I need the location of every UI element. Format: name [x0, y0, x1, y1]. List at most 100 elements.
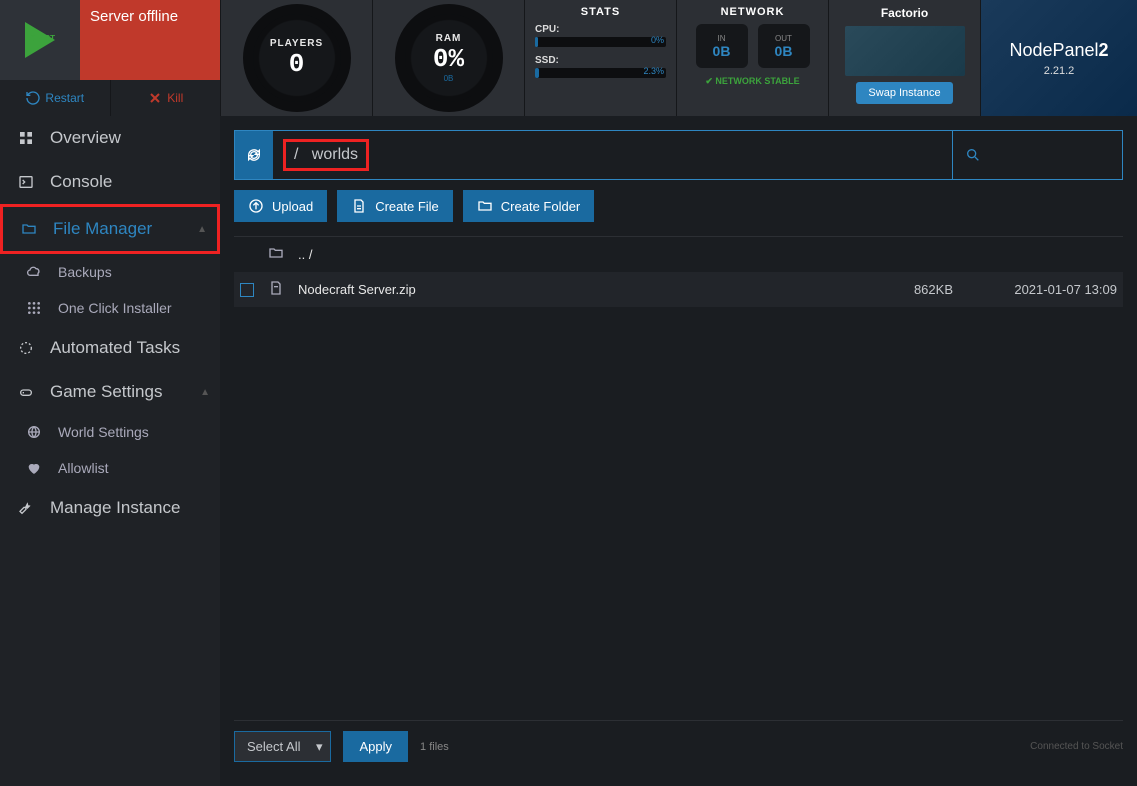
game-thumbnail — [845, 26, 965, 76]
upload-button[interactable]: Upload — [234, 190, 327, 222]
create-file-button[interactable]: Create File — [337, 190, 453, 222]
footer-bar: Select All Apply 1 files Connected to So… — [234, 720, 1123, 772]
select-all-dropdown[interactable]: Select All — [234, 731, 331, 762]
restart-label: Restart — [45, 91, 84, 105]
folder-plus-icon — [477, 198, 493, 214]
start-button[interactable]: START — [0, 0, 80, 80]
chevron-up-icon: ▲ — [197, 224, 207, 235]
sidebar-automated-label: Automated Tasks — [50, 338, 180, 358]
network-panel: NETWORK IN 0B OUT 0B ✔ NETWORK STABLE — [676, 0, 828, 116]
breadcrumb-root[interactable]: / — [294, 146, 298, 163]
parent-dir-label: .. / — [298, 247, 1117, 262]
file-date: 2021-01-07 13:09 — [967, 282, 1117, 297]
search-icon — [965, 147, 981, 163]
file-count: 1 files — [420, 741, 449, 753]
file-row[interactable]: Nodecraft Server.zip 862KB 2021-01-07 13… — [234, 272, 1123, 307]
folder-icon — [268, 245, 284, 264]
file-icon — [268, 280, 284, 299]
grid-icon — [16, 128, 36, 148]
sidebar-backups-label: Backups — [58, 264, 112, 280]
kill-label: Kill — [167, 91, 183, 105]
sidebar-allowlist-label: Allowlist — [58, 460, 109, 476]
folder-icon — [19, 219, 39, 239]
cpu-pct: 0% — [651, 35, 664, 45]
sidebar-item-world-settings[interactable]: World Settings — [0, 414, 220, 450]
chevron-up-icon: ▲ — [200, 387, 210, 398]
sidebar-filemanager-label: File Manager — [53, 219, 152, 239]
server-status: Server offline — [80, 0, 220, 80]
ssd-label: SSD: — [535, 55, 666, 66]
terminal-icon — [16, 172, 36, 192]
upload-icon — [248, 198, 264, 214]
upload-label: Upload — [272, 199, 313, 214]
breadcrumb-segment[interactable]: worlds — [312, 146, 358, 163]
create-file-label: Create File — [375, 199, 439, 214]
cloud-icon — [24, 262, 44, 282]
ram-value: 0% — [433, 44, 464, 74]
create-folder-button[interactable]: Create Folder — [463, 190, 594, 222]
refresh-button[interactable] — [235, 131, 273, 179]
ssd-pct: 2.3% — [643, 66, 664, 76]
sidebar-item-one-click[interactable]: One Click Installer — [0, 290, 220, 326]
cpu-label: CPU: — [535, 24, 666, 35]
sidebar-item-console[interactable]: Console — [0, 160, 220, 204]
breadcrumb[interactable]: / worlds — [273, 131, 952, 179]
stats-panel: STATS CPU: 0% SSD: 2.3% — [524, 0, 676, 116]
file-name: Nodecraft Server.zip — [298, 282, 839, 297]
sidebar-item-file-manager[interactable]: File Manager ▲ — [0, 204, 220, 254]
sidebar-oneclick-label: One Click Installer — [58, 300, 172, 316]
globe-icon — [24, 422, 44, 442]
wrench-icon — [16, 498, 36, 518]
tasks-icon — [16, 338, 36, 358]
sidebar-overview-label: Overview — [50, 128, 121, 148]
heart-icon — [24, 458, 44, 478]
sidebar-item-manage-instance[interactable]: Manage Instance — [0, 486, 220, 530]
sidebar-item-automated-tasks[interactable]: Automated Tasks — [0, 326, 220, 370]
network-in: IN 0B — [696, 24, 748, 68]
sidebar-item-overview[interactable]: Overview — [0, 116, 220, 160]
sidebar-worldsettings-label: World Settings — [58, 424, 149, 440]
sidebar: Overview Console File Manager ▲ Backups … — [0, 116, 220, 786]
restart-button[interactable]: Restart — [0, 80, 110, 116]
close-icon — [147, 90, 163, 106]
network-stable: ✔ NETWORK STABLE — [687, 76, 818, 87]
game-title: Factorio — [881, 6, 928, 20]
sidebar-item-game-settings[interactable]: Game Settings ▲ — [0, 370, 220, 414]
file-icon — [351, 198, 367, 214]
game-panel: Factorio Swap Instance — [828, 0, 980, 116]
search-button[interactable] — [952, 131, 1122, 179]
content-area: / worlds Upload Create File Create Folde… — [220, 116, 1137, 786]
apply-button[interactable]: Apply — [343, 731, 408, 762]
ram-label: RAM — [436, 33, 462, 44]
kill-button[interactable]: Kill — [110, 80, 221, 116]
create-folder-label: Create Folder — [501, 199, 580, 214]
ram-gauge: RAM 0% 0B — [372, 0, 524, 116]
sidebar-console-label: Console — [50, 172, 112, 192]
network-title: NETWORK — [687, 6, 818, 18]
brand-name: NodePanel2 — [1009, 40, 1108, 61]
start-label: START — [29, 34, 55, 43]
refresh-icon — [246, 147, 262, 163]
network-out: OUT 0B — [758, 24, 810, 68]
sidebar-item-allowlist[interactable]: Allowlist — [0, 450, 220, 486]
parent-dir-row[interactable]: .. / — [234, 237, 1123, 272]
sidebar-gamesettings-label: Game Settings — [50, 382, 162, 402]
players-value: 0 — [289, 49, 305, 79]
file-list: .. / Nodecraft Server.zip 862KB 2021-01-… — [234, 236, 1123, 720]
apps-icon — [24, 298, 44, 318]
path-bar: / worlds — [234, 130, 1123, 180]
players-gauge: PLAYERS 0 — [220, 0, 372, 116]
ram-sub: 0B — [444, 74, 454, 83]
restart-icon — [25, 90, 41, 106]
file-checkbox[interactable] — [240, 283, 254, 297]
swap-instance-button[interactable]: Swap Instance — [856, 82, 952, 104]
file-size: 862KB — [853, 282, 953, 297]
sidebar-manage-label: Manage Instance — [50, 498, 180, 518]
sidebar-item-backups[interactable]: Backups — [0, 254, 220, 290]
socket-status: Connected to Socket — [1030, 741, 1123, 752]
brand-version: 2.21.2 — [1044, 65, 1075, 77]
brand-panel: NodePanel2 2.21.2 — [980, 0, 1137, 116]
gamepad-icon — [16, 382, 36, 402]
stats-title: STATS — [535, 6, 666, 18]
players-label: PLAYERS — [270, 38, 323, 49]
